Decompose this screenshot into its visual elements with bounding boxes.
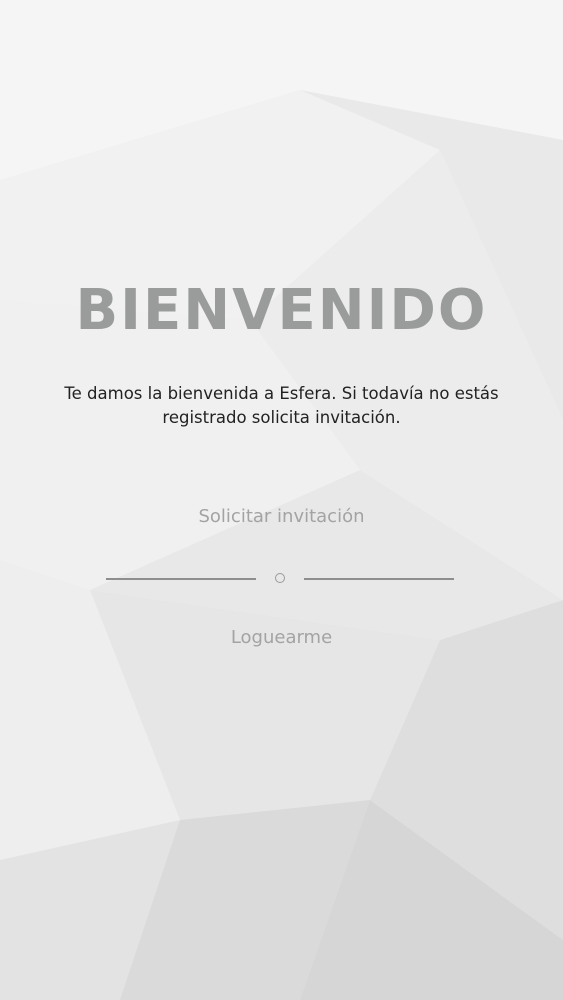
welcome-message-line-1: Te damos la bienvenida a Esfera. Si toda… <box>64 384 499 403</box>
login-button[interactable]: Loguearme <box>0 627 563 648</box>
request-invitation-button[interactable]: Solicitar invitación <box>0 506 563 527</box>
polygon-background <box>0 0 563 1000</box>
divider-left <box>106 578 256 580</box>
divider-circle-icon <box>275 573 285 583</box>
divider-right <box>304 578 454 580</box>
welcome-message-line-2: registrado solicita invitación. <box>162 408 401 427</box>
welcome-title: BIENVENIDO <box>75 278 488 343</box>
welcome-message: Te damos la bienvenida a Esfera. Si toda… <box>40 382 523 430</box>
